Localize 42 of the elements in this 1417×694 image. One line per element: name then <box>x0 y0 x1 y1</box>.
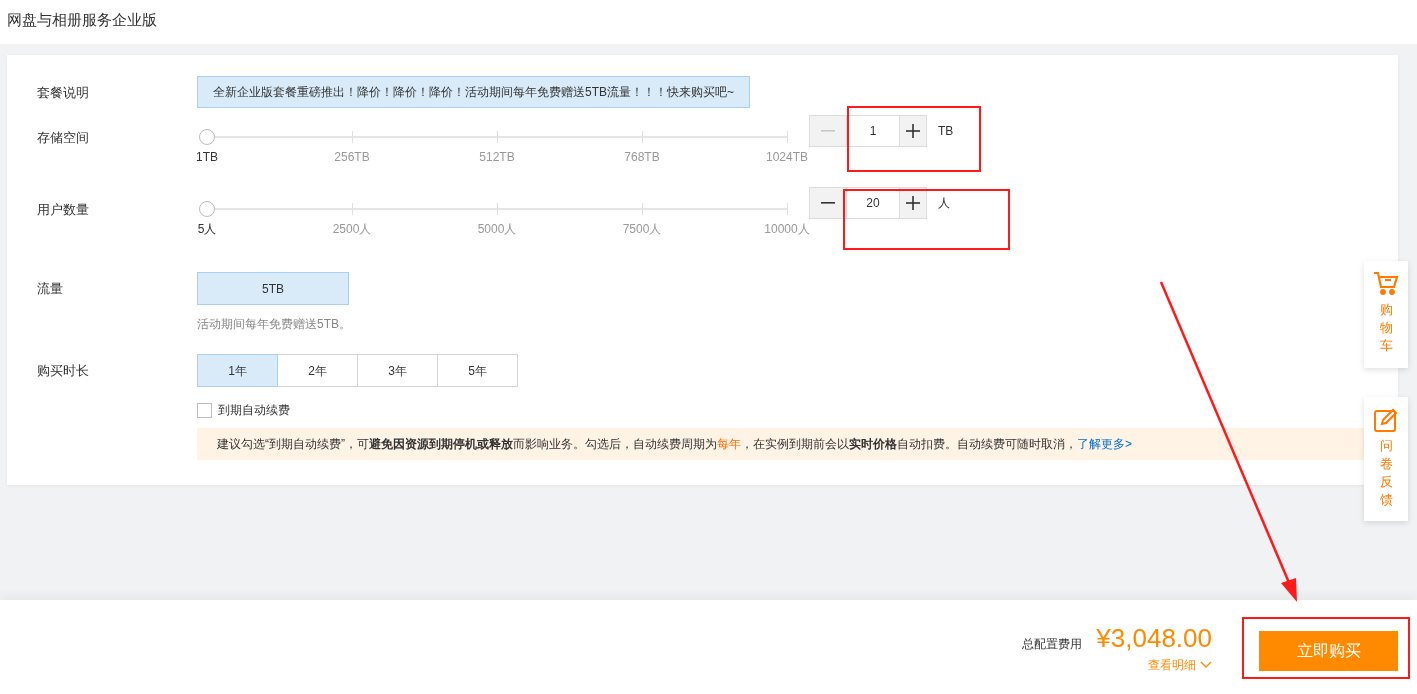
checkbox[interactable] <box>197 402 212 418</box>
slider-handle[interactable] <box>199 129 215 145</box>
plus-icon <box>906 196 920 210</box>
option-note: 活动期间每年免费赠送5TB。 <box>197 316 351 333</box>
unit-label: 人 <box>938 195 950 212</box>
checkbox-label: 到期自动续费 <box>218 402 290 419</box>
field-label: 存储空间 <box>37 129 90 147</box>
option-button[interactable]: 5年 <box>437 354 518 387</box>
promo-banner: 全新企业版套餐重磅推出！降价！降价！降价！活动期间每年免费赠送5TB流量！！！快来购买吧~ <box>197 76 750 108</box>
total-label: 总配置费用 <box>1022 636 1083 653</box>
field-label: 套餐说明 <box>37 84 90 102</box>
option-button[interactable]: 2年 <box>277 354 358 387</box>
plus-icon <box>906 124 920 138</box>
tick-label: 256TB <box>334 149 370 166</box>
unit-label: TB <box>938 123 954 140</box>
tick-label: 1024TB <box>766 149 808 166</box>
field-label: 用户数量 <box>37 201 90 219</box>
tick-label: 10000人 <box>764 221 810 238</box>
plus-button[interactable] <box>899 187 927 219</box>
minus-button[interactable] <box>809 187 847 219</box>
minus-icon <box>821 202 835 204</box>
option-button[interactable]: 5TB <box>197 272 349 305</box>
tick-label: 2500人 <box>332 221 372 238</box>
option-button[interactable]: 3年 <box>357 354 438 387</box>
slider-handle[interactable] <box>199 201 215 217</box>
field-label: 购买时长 <box>37 362 90 380</box>
tick-label: 5人 <box>197 221 217 238</box>
tick-label: 768TB <box>624 149 660 166</box>
field-label: 流量 <box>37 280 64 298</box>
tick-label: 1TB <box>196 149 218 166</box>
option-button[interactable]: 1年 <box>197 354 278 387</box>
tick-label: 7500人 <box>622 221 662 238</box>
minus-icon <box>821 130 835 132</box>
tick-label: 512TB <box>479 149 515 166</box>
page-title: 网盘与相册服务企业版 <box>7 10 157 30</box>
cart-icon <box>1373 271 1399 297</box>
total-price: ¥3,048.00 <box>1096 622 1212 654</box>
tick-label: 5000人 <box>477 221 517 238</box>
edit-icon <box>1373 406 1399 433</box>
learn-more-link[interactable]: 了解更多> <box>1077 435 1132 453</box>
chevron-down-icon <box>1200 661 1212 669</box>
plus-button[interactable] <box>899 115 927 147</box>
